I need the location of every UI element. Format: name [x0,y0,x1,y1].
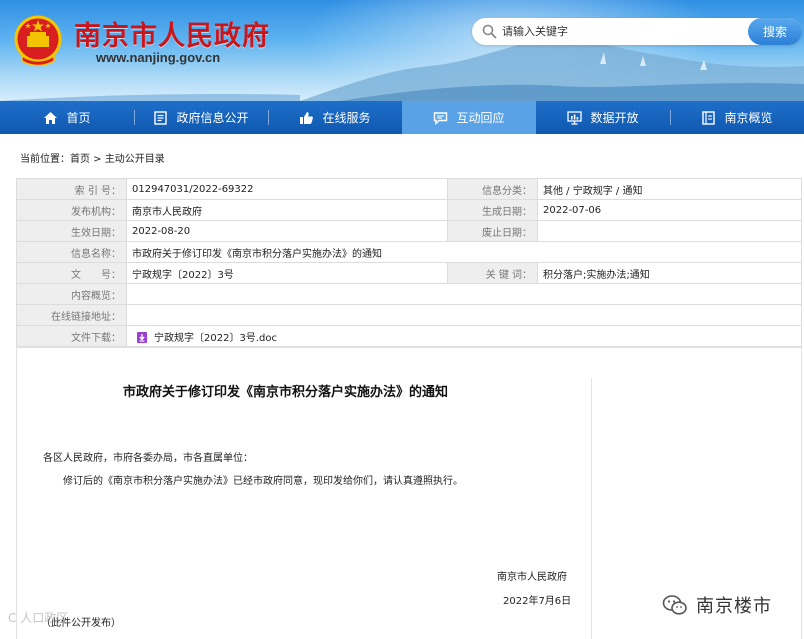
keywords-value: 积分落户;实施办法;通知 [537,262,802,284]
breadcrumb-prefix: 当前位置： [20,154,70,165]
site-url[interactable]: www.nanjing.gov.cn [96,50,220,65]
index-value: 012947031/2022-69322 [126,178,448,200]
breadcrumb-home-link[interactable]: 首页 [70,154,90,165]
table-row: 生效日期： 2022-08-20 废止日期： [16,220,802,242]
download-file-link[interactable]: 宁政规字〔2022〕3号.doc [154,333,277,344]
watermark-right: 南京楼市 [662,592,772,618]
nav-item-label: 南京概览 [724,111,773,125]
book-icon [701,110,716,125]
doc-number-label: 文 号： [16,262,127,284]
effective-date-label: 生效日期： [16,220,127,242]
document-metadata-table: 索 引 号： 012947031/2022-69322 信息分类： 其他 / 宁… [16,178,802,347]
keywords-label: 关 键 词： [447,262,538,284]
wechat-icon [662,595,687,615]
category-label: 信息分类： [447,178,538,200]
nav-item-label: 在线服务 [322,111,371,125]
article-signature-org: 南京市人民政府 [497,572,567,583]
home-icon [43,111,58,125]
publisher-value: 南京市人民政府 [126,199,448,221]
summary-label: 内容概览： [16,283,127,305]
created-date-label: 生成日期： [447,199,538,221]
national-emblem-icon [14,15,62,67]
watermark-right-text: 南京楼市 [696,596,772,617]
watermark-left: C 人口政区 [8,611,69,625]
nav-item-label: 互动回应 [456,111,505,125]
nav-item-label: 首页 [66,111,91,125]
table-row: 内容概览： [16,283,802,305]
table-row: 在线链接地址： [16,304,802,326]
info-name-label: 信息名称： [16,241,127,263]
breadcrumb-catalog-link[interactable]: 主动公开目录 [105,154,165,165]
document-icon [153,110,168,125]
article-salutation: 各区人民政府，市府各委办局，市各直属单位： [43,453,253,464]
table-row: 发布机构： 南京市人民政府 生成日期： 2022-07-06 [16,199,802,221]
nav-item-home[interactable]: 首页 [0,101,134,134]
search-box: 搜索 [472,18,802,45]
table-row: 文件下载： 宁政规字〔2022〕3号.doc [16,325,802,347]
nav-item-interaction[interactable]: 互动回应 [402,101,536,134]
table-row: 索 引 号： 012947031/2022-69322 信息分类： 其他 / 宁… [16,178,802,200]
search-icon [482,24,497,39]
table-row: 文 号： 宁政规字〔2022〕3号 关 键 词： 积分落户;实施办法;通知 [16,262,802,284]
nav-item-open-data[interactable]: 数据开放 [536,101,670,134]
online-link-value [126,304,802,326]
main-nav: 首页 政府信息公开 在线服务 互动回应 数据开放 南京概览 [0,101,804,134]
download-file-icon[interactable] [136,331,148,344]
chat-icon [433,111,448,125]
nav-item-online-service[interactable]: 在线服务 [268,101,402,134]
nav-item-label: 政府信息公开 [176,111,249,125]
nav-item-label: 数据开放 [590,111,639,125]
download-cell: 宁政规字〔2022〕3号.doc [126,325,802,347]
search-input[interactable] [502,21,717,42]
site-title[interactable]: 南京市人民政府 [74,14,270,53]
info-name-value: 市政府关于修订印发《南京市积分落户实施办法》的通知 [126,241,802,263]
monitor-chart-icon [567,110,583,125]
nav-item-overview[interactable]: 南京概览 [670,101,804,134]
article-paragraph: 修订后的《南京市积分落户实施办法》已经市政府同意，现印发给你们，请认真遵照执行。 [63,476,463,487]
expiry-date-label: 废止日期： [447,220,538,242]
breadcrumb: 当前位置：首页 > 主动公开目录 [20,150,165,165]
effective-date-value: 2022-08-20 [126,220,448,242]
category-value: 其他 / 宁政规字 / 通知 [537,178,802,200]
summary-value [126,283,802,305]
nav-item-gov-info[interactable]: 政府信息公开 [134,101,268,134]
table-row: 信息名称： 市政府关于修订印发《南京市积分落户实施办法》的通知 [16,241,802,263]
breadcrumb-separator: > [90,154,105,165]
article-title: 市政府关于修订印发《南京市积分落户实施办法》的通知 [123,385,449,400]
created-date-value: 2022-07-06 [537,199,802,221]
expiry-date-value [537,220,802,242]
index-label: 索 引 号： [16,178,127,200]
thumbs-up-icon [299,111,314,125]
article-signature-date: 2022年7月6日 [503,596,572,607]
site-header: 南京市人民政府 www.nanjing.gov.cn 搜索 [0,0,804,101]
search-button[interactable]: 搜索 [748,18,802,45]
online-link-label: 在线链接地址： [16,304,127,326]
article-divider [591,378,592,639]
doc-number-value: 宁政规字〔2022〕3号 [126,262,448,284]
download-label: 文件下载： [16,325,127,347]
publisher-label: 发布机构： [16,199,127,221]
